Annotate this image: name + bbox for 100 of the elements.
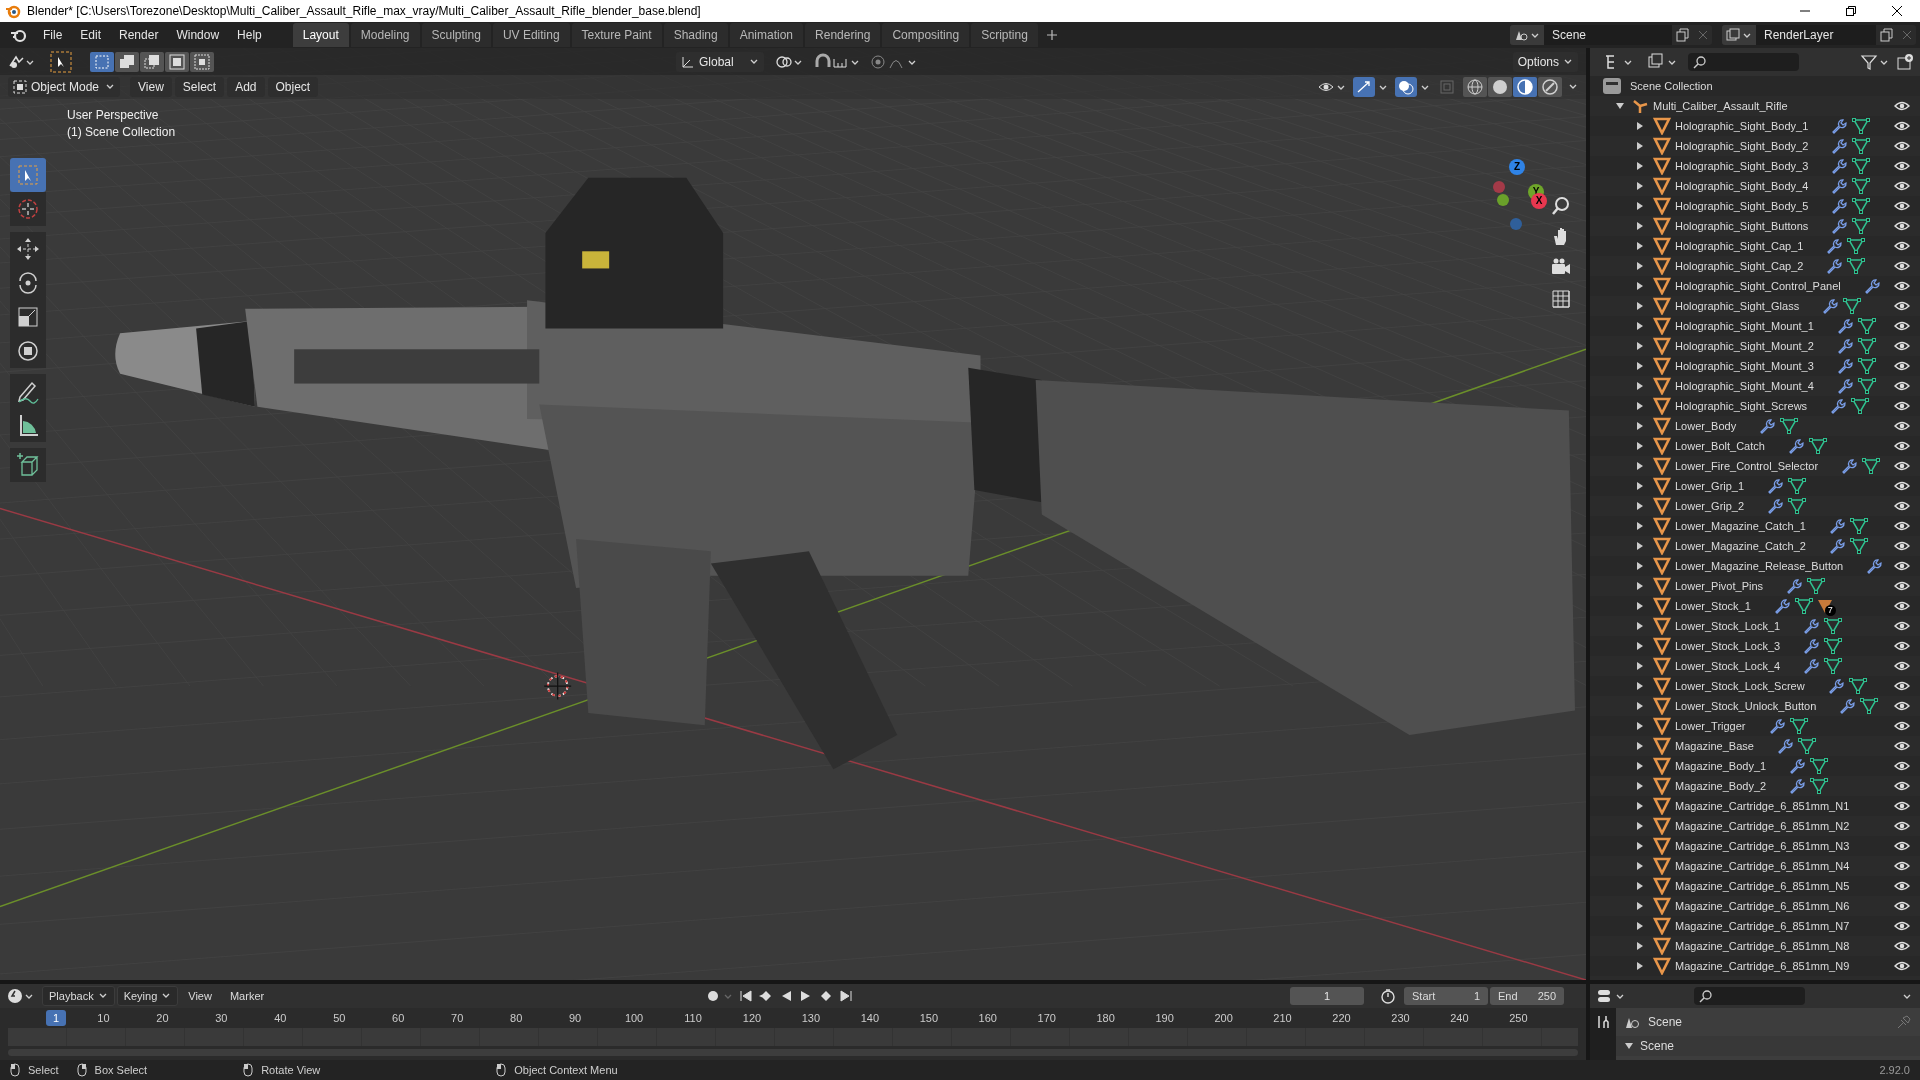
eye-icon[interactable] [1894,100,1910,112]
menu-item[interactable]: Window [167,25,229,45]
eye-icon[interactable] [1894,720,1910,732]
shading-mode-button[interactable] [1488,77,1512,97]
mesh-data-icon[interactable] [1857,377,1876,395]
menu-dropdown[interactable]: Playback [42,986,115,1006]
mesh-data-icon[interactable] [1849,517,1868,535]
mesh-data-icon[interactable] [1857,357,1876,375]
eye-icon[interactable] [1894,340,1910,352]
disclosure-triangle-icon[interactable] [1635,961,1645,971]
eye-icon[interactable] [1894,740,1910,752]
wrench-icon[interactable] [1830,197,1849,215]
selection-mode-button[interactable] [90,51,114,72]
wrench-icon[interactable] [1830,217,1849,235]
mesh-data-icon[interactable] [1824,637,1843,655]
eye-icon[interactable] [1894,420,1910,432]
object-name[interactable]: Lower_Fire_Control_Selector [1675,460,1819,472]
mesh-data-icon[interactable] [1852,217,1871,235]
menu-item[interactable]: Object [267,77,319,97]
wrench-icon[interactable] [1802,637,1821,655]
disclosure-triangle-icon[interactable] [1635,701,1645,711]
object-name[interactable]: Lower_Magazine_Catch_1 [1675,520,1806,532]
eye-icon[interactable] [1894,660,1910,672]
mesh-data-icon[interactable] [1862,457,1881,475]
mesh-data-icon[interactable] [1797,737,1816,755]
object-name[interactable]: Magazine_Cartridge_6_851mm_N6 [1675,900,1850,912]
eye-icon[interactable] [1894,520,1910,532]
image-stack-icon[interactable] [1726,28,1752,42]
object-name[interactable]: Lower_Magazine_Release_Button [1675,560,1844,572]
disclosure-triangle-icon[interactable] [1635,241,1645,251]
object-name[interactable]: Holographic_Sight_Mount_1 [1675,320,1814,332]
object-name[interactable]: Holographic_Sight_Cap_1 [1675,240,1804,252]
mesh-data-icon[interactable] [1848,677,1867,695]
workspace-tab[interactable]: Texture Paint [571,23,662,47]
tool-button[interactable] [10,408,46,442]
disclosure-triangle-icon[interactable] [1635,941,1645,951]
axis-dot-icon[interactable] [1496,193,1510,207]
wrench-icon[interactable] [1788,757,1807,775]
mesh-data-icon[interactable] [1780,417,1799,435]
eye-icon[interactable] [1894,260,1910,272]
workspace-tab[interactable]: Sculpting [421,23,491,47]
menu-item[interactable]: Add [227,77,265,97]
eye-icon[interactable] [1894,180,1910,192]
object-name[interactable]: Magazine_Body_2 [1675,780,1767,792]
mesh-data-icon[interactable] [1857,317,1876,335]
mesh-data-icon[interactable] [1788,477,1807,495]
tool-button[interactable] [10,374,46,408]
jump-end-icon[interactable] [838,988,855,1004]
disclosure-triangle-icon[interactable] [1635,801,1645,811]
end-frame-field[interactable]: End 250 [1490,987,1564,1005]
disclosure-triangle-icon[interactable] [1635,761,1645,771]
workspace-tab[interactable]: Modeling [350,23,420,47]
eye-icon[interactable] [1894,360,1910,372]
disclosure-triangle-icon[interactable] [1635,461,1645,471]
disclosure-triangle-icon[interactable] [1635,921,1645,931]
eye-icon[interactable] [1894,880,1910,892]
eye-icon[interactable] [1894,200,1910,212]
object-name[interactable]: Lower_Grip_1 [1675,480,1745,492]
object-name[interactable]: Lower_Pivot_Pins [1675,580,1764,592]
axis-dot-icon[interactable] [1492,180,1506,194]
object-name[interactable]: Holographic_Sight_Body_4 [1675,180,1809,192]
wrench-icon[interactable] [1802,657,1821,675]
disclosure-triangle-icon[interactable] [1635,441,1645,451]
view-layer-field[interactable]: RenderLayer [1756,25,1876,45]
copy-icon[interactable] [1880,28,1894,42]
selection-mode-button[interactable] [190,51,214,72]
eye-icon[interactable] [1894,760,1910,772]
overlays-toggle-icon[interactable] [1395,77,1431,97]
object-name[interactable]: Holographic_Sight_Body_2 [1675,140,1809,152]
object-name[interactable]: Holographic_Sight_Control_Panel [1675,280,1841,292]
mesh-data-icon[interactable] [1788,497,1807,515]
eye-icon[interactable] [1894,460,1910,472]
object-name[interactable]: Holographic_Sight_Mount_2 [1675,340,1814,352]
selection-mode-button[interactable] [165,51,189,72]
tool-button[interactable] [10,192,46,226]
disclosure-triangle-icon[interactable] [1635,301,1645,311]
eye-icon[interactable] [1894,280,1910,292]
disclosure-triangle-icon[interactable] [1635,261,1645,271]
disclosure-triangle-icon[interactable] [1635,561,1645,571]
eye-icon[interactable] [1894,220,1910,232]
object-name[interactable]: Magazine_Cartridge_6_851mm_N3 [1675,840,1850,852]
editor-type-icon[interactable] [1604,53,1634,71]
eye-icon[interactable] [1894,480,1910,492]
playhead-frame[interactable]: 1 [46,1010,66,1026]
object-name[interactable]: Lower_Grip_2 [1675,500,1745,512]
mesh-data-icon[interactable] [1824,657,1843,675]
menu-item[interactable]: Help [228,25,271,45]
scene-field[interactable]: Scene [1544,25,1672,45]
menu-item[interactable]: Render [110,25,168,45]
stopwatch-icon[interactable] [1380,988,1396,1004]
mesh-data-icon[interactable] [1794,597,1813,615]
object-name[interactable]: Holographic_Sight_Glass [1675,300,1800,312]
collection-name[interactable]: Multi_Caliber_Assault_Rifle [1653,100,1788,112]
eye-icon[interactable] [1894,440,1910,452]
eye-icon[interactable] [1894,820,1910,832]
disclosure-triangle-icon[interactable] [1635,901,1645,911]
axis-label[interactable]: X [1531,193,1547,209]
object-name[interactable]: Lower_Stock_1 [1675,600,1751,612]
disclosure-triangle-icon[interactable] [1635,721,1645,731]
eye-icon[interactable] [1894,320,1910,332]
